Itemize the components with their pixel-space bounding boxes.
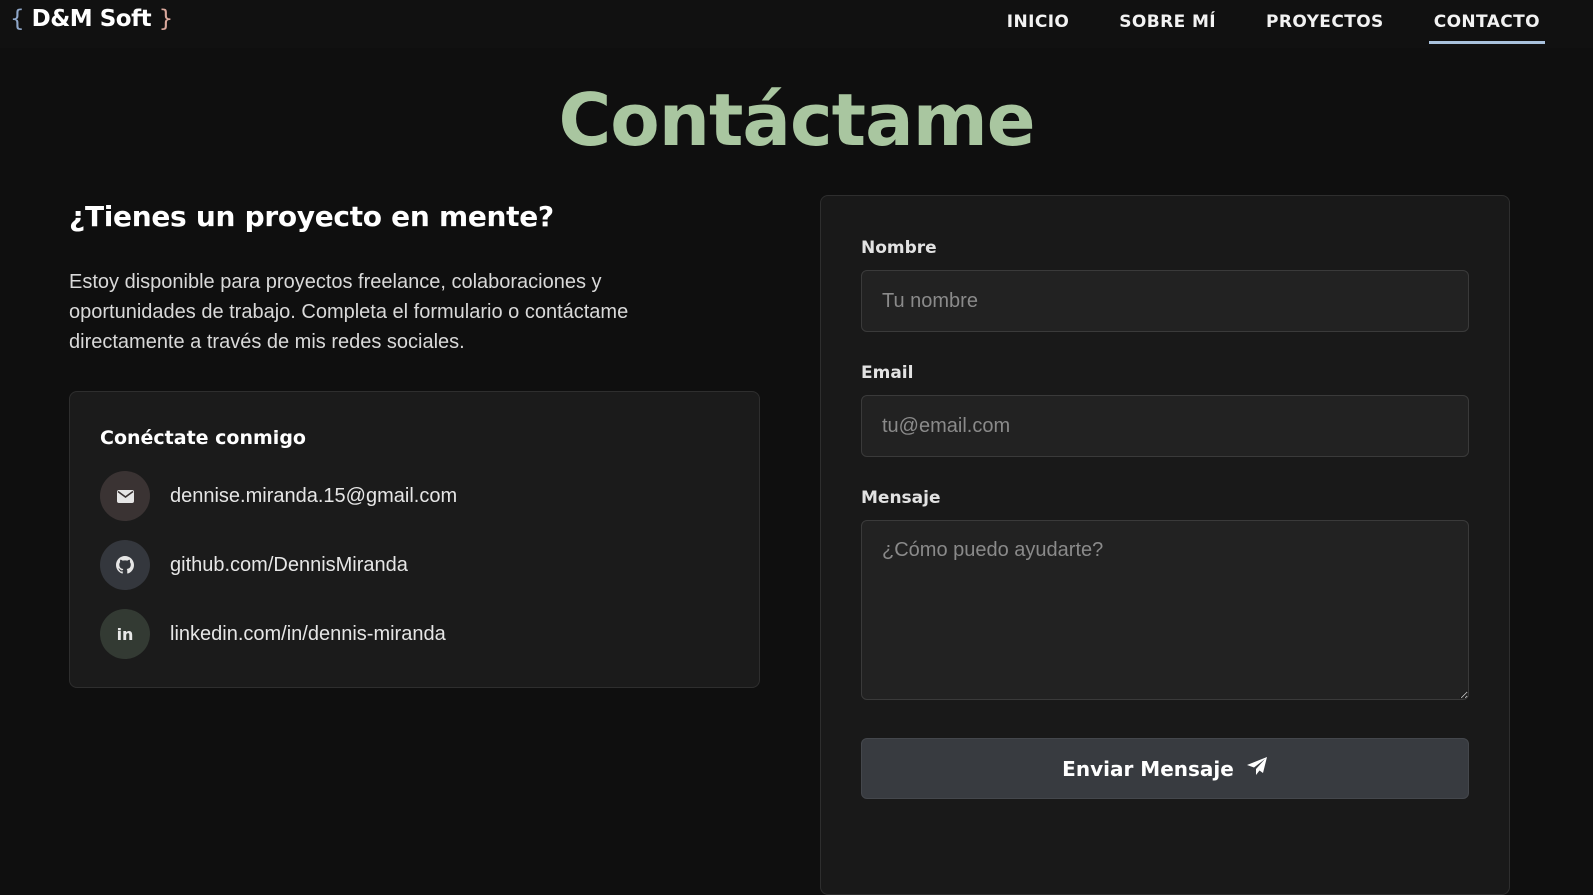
nav-link-inicio[interactable]: INICIO [1002,12,1075,44]
contact-linkedin-link[interactable]: in linkedin.com/in/dennis-miranda [100,609,446,659]
send-message-label: Enviar Mensaje [1062,756,1234,781]
contact-email-text: dennise.miranda.15@gmail.com [170,484,458,507]
contact-email-link[interactable]: dennise.miranda.15@gmail.com [100,471,457,521]
logo-brace-open: { [10,6,25,32]
connect-card: Conéctate conmigo dennise.miranda.15@gma… [69,391,760,688]
message-textarea[interactable] [861,520,1469,700]
email-input[interactable] [861,395,1469,457]
brand-logo[interactable]: { D&M Soft } [10,6,173,32]
logo-brace-close: } [158,6,174,32]
name-label: Nombre [861,238,937,258]
email-label: Email [861,363,914,383]
logo-text: D&M Soft [31,6,152,32]
nav-link-sobre-mi[interactable]: SOBRE MÍ [1114,12,1221,44]
nav-link-proyectos[interactable]: PROYECTOS [1261,12,1389,44]
nav-link-contacto[interactable]: CONTACTO [1428,12,1545,44]
connect-title: Conéctate conmigo [100,427,306,449]
linkedin-icon-glyph: in [116,624,134,644]
intro-description: Estoy disponible para proyectos freelanc… [69,271,629,353]
linkedin-icon: in [100,609,150,659]
top-navbar: { D&M Soft } INICIO SOBRE MÍ PROYECTOS C… [0,0,1593,48]
contact-github-text: github.com/DennisMiranda [170,553,408,576]
name-input[interactable] [861,270,1469,332]
intro-heading: ¿Tienes un proyecto en mente? [69,200,554,233]
contact-github-link[interactable]: github.com/DennisMiranda [100,540,408,590]
contact-linkedin-text: linkedin.com/in/dennis-miranda [170,622,446,645]
mail-icon [100,471,150,521]
contact-form-card: Nombre Email Mensaje Enviar Mensaje [820,195,1510,895]
github-icon [100,540,150,590]
send-message-button[interactable]: Enviar Mensaje [861,738,1469,799]
message-label: Mensaje [861,488,941,508]
paper-plane-icon [1246,756,1268,781]
page-title: Contáctame [558,78,1035,162]
nav-menu: INICIO SOBRE MÍ PROYECTOS CONTACTO [1002,12,1545,44]
